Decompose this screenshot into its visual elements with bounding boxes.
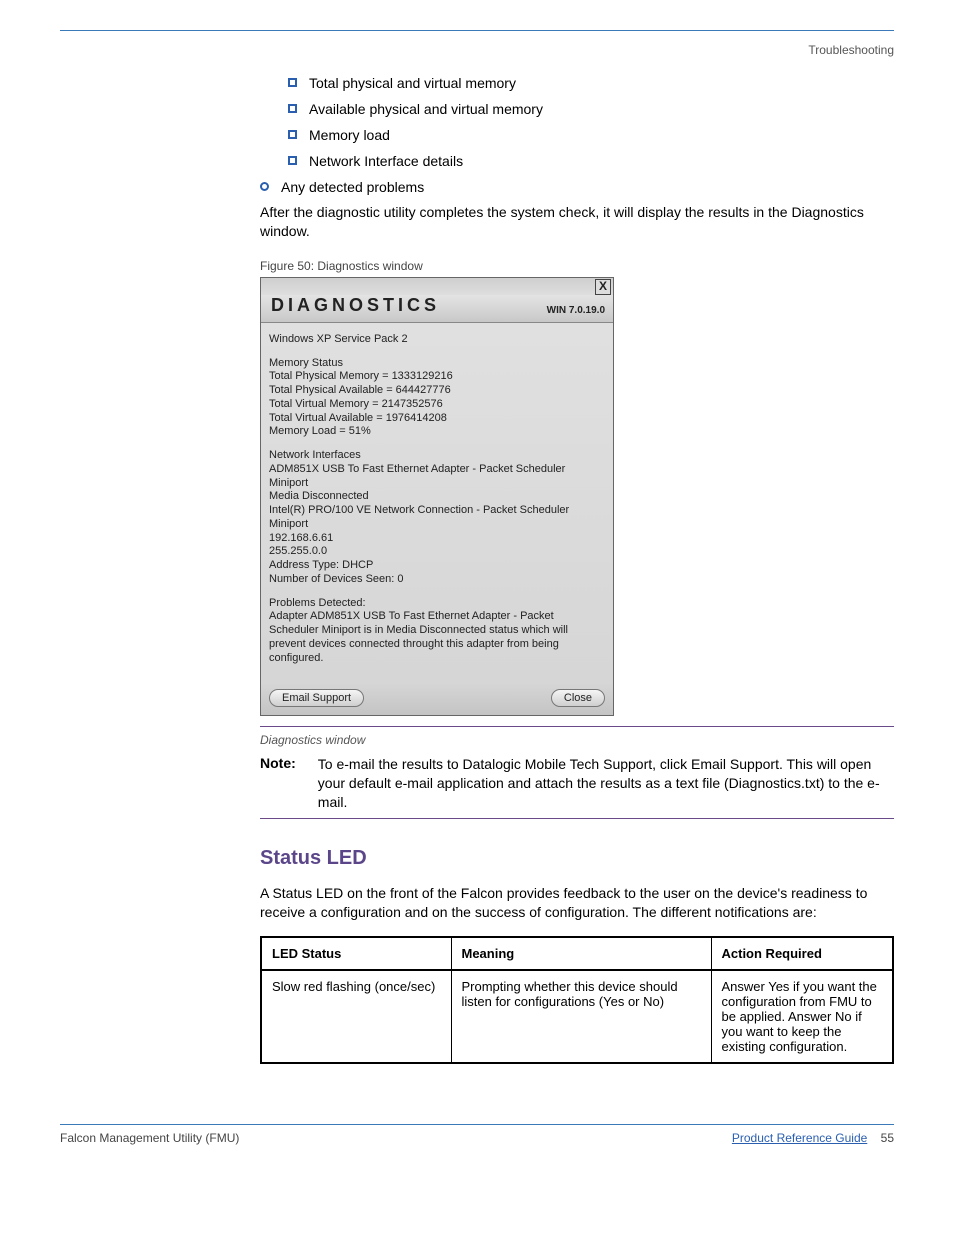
problems-label: Any detected problems <box>281 179 424 195</box>
figure-label: Figure 50: Diagnostics window <box>260 259 894 273</box>
memory-line: Total Physical Memory = 1333129216 <box>269 370 605 384</box>
section-paragraph: A Status LED on the front of the Falcon … <box>260 884 894 922</box>
network-line: 192.168.6.61 <box>269 532 605 546</box>
note-row: Note: To e-mail the results to Datalogic… <box>260 755 894 812</box>
network-line: ADM851X USB To Fast Ethernet Adapter - P… <box>269 463 605 491</box>
network-line: Media Disconnected <box>269 490 605 504</box>
bullet-text: Total physical and virtual memory <box>309 75 516 91</box>
footer-link[interactable]: Product Reference Guide <box>732 1131 867 1145</box>
bullet-text: Network Interface details <box>309 153 463 169</box>
memory-line: Total Virtual Memory = 2147352576 <box>269 398 605 412</box>
network-line: Number of Devices Seen: 0 <box>269 573 605 587</box>
bullet-text: Memory load <box>309 127 390 143</box>
problems-header: Problems Detected: <box>269 597 605 611</box>
caption-label: Diagnostics window <box>260 733 894 747</box>
cell-status: Slow red flashing (once/sec) <box>261 970 451 1063</box>
list-item: Memory load <box>288 127 894 143</box>
bullet-text: Available physical and virtual memory <box>309 101 543 117</box>
intro-paragraph: After the diagnostic utility completes t… <box>260 203 894 241</box>
note-key: Note: <box>260 755 296 771</box>
dialog-body: Windows XP Service Pack 2 Memory Status … <box>261 323 613 684</box>
led-table: LED Status Meaning Action Required Slow … <box>260 936 894 1064</box>
memory-line: Memory Load = 51% <box>269 425 605 439</box>
dialog-version: WIN 7.0.19.0 <box>547 305 605 316</box>
list-item: Network Interface details <box>288 153 894 169</box>
th-led-status: LED Status <box>261 937 451 970</box>
email-support-button[interactable]: Email Support <box>269 689 364 707</box>
circle-bullet-icon <box>260 182 269 191</box>
memory-line: Total Virtual Available = 1976414208 <box>269 412 605 426</box>
square-bullet-icon <box>288 78 297 87</box>
cell-action: Answer Yes if you want the configuration… <box>711 970 893 1063</box>
table-row: Slow red flashing (once/sec) Prompting w… <box>261 970 893 1063</box>
memory-bullet-list: Total physical and virtual memory Availa… <box>260 75 894 169</box>
page-footer: Falcon Management Utility (FMU) Product … <box>60 1124 894 1145</box>
list-item: Total physical and virtual memory <box>288 75 894 91</box>
th-meaning: Meaning <box>451 937 711 970</box>
square-bullet-icon <box>288 156 297 165</box>
network-line: 255.255.0.0 <box>269 545 605 559</box>
square-bullet-icon <box>288 130 297 139</box>
header-label: Troubleshooting <box>60 43 894 57</box>
problems-bullet: Any detected problems <box>260 179 894 195</box>
square-bullet-icon <box>288 104 297 113</box>
dialog-title: DIAGNOSTICS <box>271 295 440 316</box>
page-number: 55 <box>881 1131 894 1145</box>
os-line: Windows XP Service Pack 2 <box>269 333 605 347</box>
section-heading: Status LED <box>260 847 894 870</box>
diagnostics-dialog: X DIAGNOSTICS WIN 7.0.19.0 Windows XP Se… <box>260 277 614 717</box>
network-line: Address Type: DHCP <box>269 559 605 573</box>
network-header: Network Interfaces <box>269 449 605 463</box>
footer-left: Falcon Management Utility (FMU) <box>60 1131 239 1145</box>
memory-header: Memory Status <box>269 357 605 371</box>
network-line: Intel(R) PRO/100 VE Network Connection -… <box>269 504 605 532</box>
problems-text: Adapter ADM851X USB To Fast Ethernet Ada… <box>269 610 605 665</box>
close-button[interactable]: Close <box>551 689 605 707</box>
close-icon[interactable]: X <box>595 279 611 295</box>
cell-meaning: Prompting whether this device should lis… <box>451 970 711 1063</box>
list-item: Available physical and virtual memory <box>288 101 894 117</box>
memory-line: Total Physical Available = 644427776 <box>269 384 605 398</box>
note-text: To e-mail the results to Datalogic Mobil… <box>318 755 894 812</box>
th-action: Action Required <box>711 937 893 970</box>
